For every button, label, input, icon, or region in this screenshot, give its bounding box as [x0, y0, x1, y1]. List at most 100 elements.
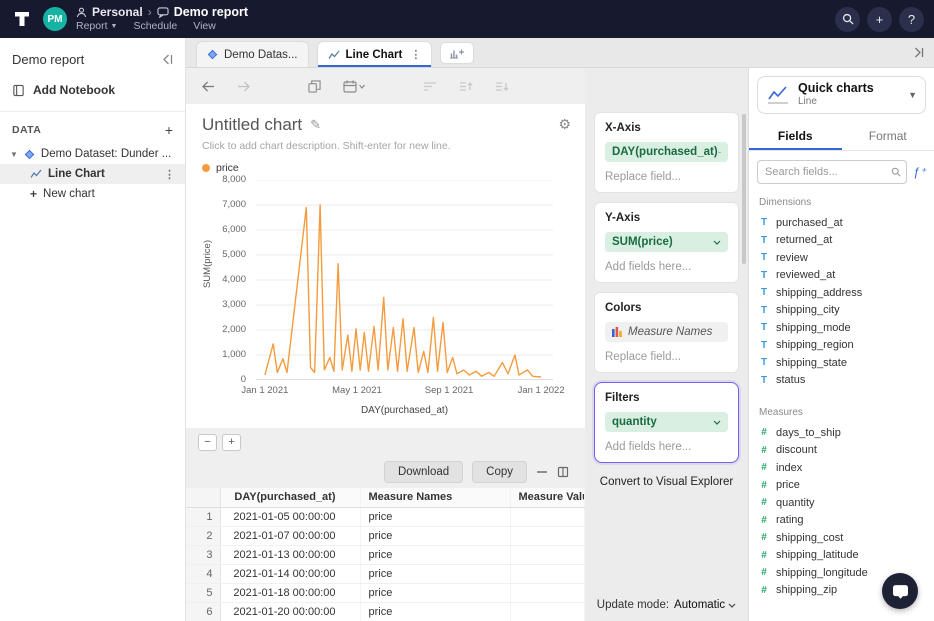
y-axis-drop-target[interactable]: Add fields here...	[605, 261, 728, 273]
add-notebook-button[interactable]: Add Notebook	[12, 83, 173, 97]
zoom-in-button[interactable]: +	[222, 434, 241, 451]
table-row[interactable]: 32021-01-13 00:00:00price	[186, 545, 585, 564]
text-type-icon: T	[759, 270, 769, 281]
measure-item[interactable]: #days_to_ship	[759, 424, 924, 442]
y-axis-field-pill[interactable]: SUM(price)	[605, 232, 728, 252]
dimension-item[interactable]: Treviewed_at	[759, 267, 924, 285]
colors-drop-target[interactable]: Replace field...	[605, 351, 728, 363]
edit-title-icon[interactable]: ✎	[310, 117, 321, 133]
measure-item[interactable]: #rating	[759, 512, 924, 530]
dimension-item[interactable]: Tstatus	[759, 372, 924, 390]
tab-format[interactable]: Format	[842, 122, 934, 150]
number-type-icon: #	[759, 515, 769, 526]
chart-description-placeholder[interactable]: Click to add chart description. Shift-en…	[202, 140, 569, 152]
filters-field-pill[interactable]: quantity	[605, 412, 728, 432]
chat-icon	[892, 583, 909, 600]
search-button[interactable]	[835, 7, 860, 32]
number-type-icon: #	[759, 445, 769, 456]
dataset-icon	[24, 149, 35, 160]
breadcrumb-separator: ›	[148, 6, 152, 19]
dimension-item[interactable]: Tshipping_state	[759, 354, 924, 372]
quick-charts-selector[interactable]: Quick charts Line ▼	[757, 76, 926, 114]
sort-descending-button[interactable]	[495, 81, 509, 92]
chart-title[interactable]: Untitled chart	[202, 115, 302, 135]
measure-item[interactable]: #price	[759, 477, 924, 495]
menu-view[interactable]: View	[193, 21, 216, 32]
quick-charts-selected-type: Line	[798, 95, 874, 108]
sort-ascending-button[interactable]	[459, 81, 473, 92]
dimension-item[interactable]: Tpurchased_at	[759, 214, 924, 232]
table-row[interactable]: 22021-01-07 00:00:00price	[186, 526, 585, 545]
avatar[interactable]: PM	[43, 7, 67, 31]
undo-button[interactable]	[202, 81, 215, 92]
dimension-item[interactable]: Tshipping_region	[759, 337, 924, 355]
measure-item[interactable]: #index	[759, 459, 924, 477]
convert-to-visual-explorer-link[interactable]: Convert to Visual Explorer	[594, 476, 739, 488]
plus-icon: +	[30, 187, 37, 201]
search-fields-input[interactable]	[757, 160, 907, 184]
tab-line-chart[interactable]: Line Chart ⋮	[317, 41, 433, 67]
dimension-item[interactable]: Tshipping_mode	[759, 319, 924, 337]
x-axis-field-pill[interactable]: DAY(purchased_at)	[605, 142, 728, 162]
dimension-item[interactable]: Treview	[759, 249, 924, 267]
update-mode-select[interactable]: Automatic	[674, 599, 736, 611]
download-button[interactable]: Download	[384, 461, 463, 483]
chevron-down-icon: ▼	[908, 90, 917, 100]
report-bubble-icon	[157, 7, 169, 18]
app-logo-icon[interactable]	[10, 7, 34, 31]
duplicate-button[interactable]	[308, 80, 321, 93]
scrollbar-thumb[interactable]	[742, 114, 746, 264]
table-row[interactable]: 12021-01-05 00:00:00price	[186, 507, 585, 526]
chevron-down-icon	[728, 603, 736, 608]
chart-settings-icon[interactable]: ⚙	[558, 116, 571, 133]
add-data-button[interactable]: +	[165, 125, 173, 135]
breadcrumb-workspace[interactable]: Personal	[92, 6, 143, 19]
search-icon	[842, 13, 854, 25]
text-type-icon: T	[759, 235, 769, 246]
measure-item[interactable]: #shipping_latitude	[759, 547, 924, 565]
copy-button[interactable]: Copy	[472, 461, 527, 483]
table-row[interactable]: 42021-01-14 00:00:00price	[186, 564, 585, 583]
dimension-item[interactable]: Treturned_at	[759, 232, 924, 250]
add-formula-button[interactable]: ƒ⁺	[913, 165, 926, 179]
new-chart-button[interactable]: + New chart	[0, 184, 185, 204]
date-range-button[interactable]	[343, 80, 365, 93]
dimension-item[interactable]: Tshipping_address	[759, 284, 924, 302]
x-axis-drop-target[interactable]: Replace field...	[605, 171, 728, 183]
menu-report[interactable]: Report▼	[76, 21, 117, 32]
expand-table-icon[interactable]	[557, 466, 569, 478]
chat-bubble-button[interactable]	[882, 573, 918, 609]
table-row[interactable]: 52021-01-18 00:00:00price	[186, 583, 585, 602]
add-button[interactable]: +	[867, 7, 892, 32]
help-button[interactable]: ?	[899, 7, 924, 32]
new-tab-button[interactable]	[440, 42, 474, 64]
results-table-body: 12021-01-05 00:00:00price22021-01-07 00:…	[186, 507, 585, 621]
table-row[interactable]: 62021-01-20 00:00:00price	[186, 602, 585, 621]
redo-button[interactable]	[237, 81, 250, 92]
line-chart-icon	[30, 169, 42, 179]
dataset-tree-item[interactable]: ▼ Demo Dataset: Dunder ...	[0, 144, 185, 164]
tab-dataset[interactable]: Demo Datas...	[196, 41, 309, 67]
topbar-menu: Report▼ Schedule View	[76, 21, 248, 32]
tab-fields[interactable]: Fields	[749, 122, 842, 150]
filters-drop-target[interactable]: Add fields here...	[605, 441, 728, 453]
expand-panel-icon[interactable]	[911, 47, 924, 58]
zoom-out-button[interactable]: −	[198, 434, 217, 451]
measure-item[interactable]: #quantity	[759, 494, 924, 512]
filter-rows-button[interactable]	[423, 81, 437, 92]
kebab-menu-icon[interactable]: ⋮	[164, 168, 175, 181]
person-icon	[76, 7, 87, 18]
chart-legend[interactable]: price	[202, 162, 569, 174]
tab-kebab-icon[interactable]: ⋮	[410, 48, 421, 61]
measure-item[interactable]: #discount	[759, 442, 924, 460]
breadcrumb-report[interactable]: Demo report	[174, 6, 248, 19]
dimension-item[interactable]: Tshipping_city	[759, 302, 924, 320]
measure-item[interactable]: #shipping_cost	[759, 529, 924, 547]
collapse-sidebar-icon[interactable]	[160, 54, 173, 65]
number-type-icon: #	[759, 585, 769, 596]
menu-schedule[interactable]: Schedule	[133, 21, 177, 32]
colors-field-pill[interactable]: Measure Names	[605, 322, 728, 342]
collapse-table-icon[interactable]	[536, 466, 548, 478]
chart-tree-item[interactable]: Line Chart ⋮	[0, 164, 185, 184]
chevron-down-icon	[713, 240, 721, 245]
